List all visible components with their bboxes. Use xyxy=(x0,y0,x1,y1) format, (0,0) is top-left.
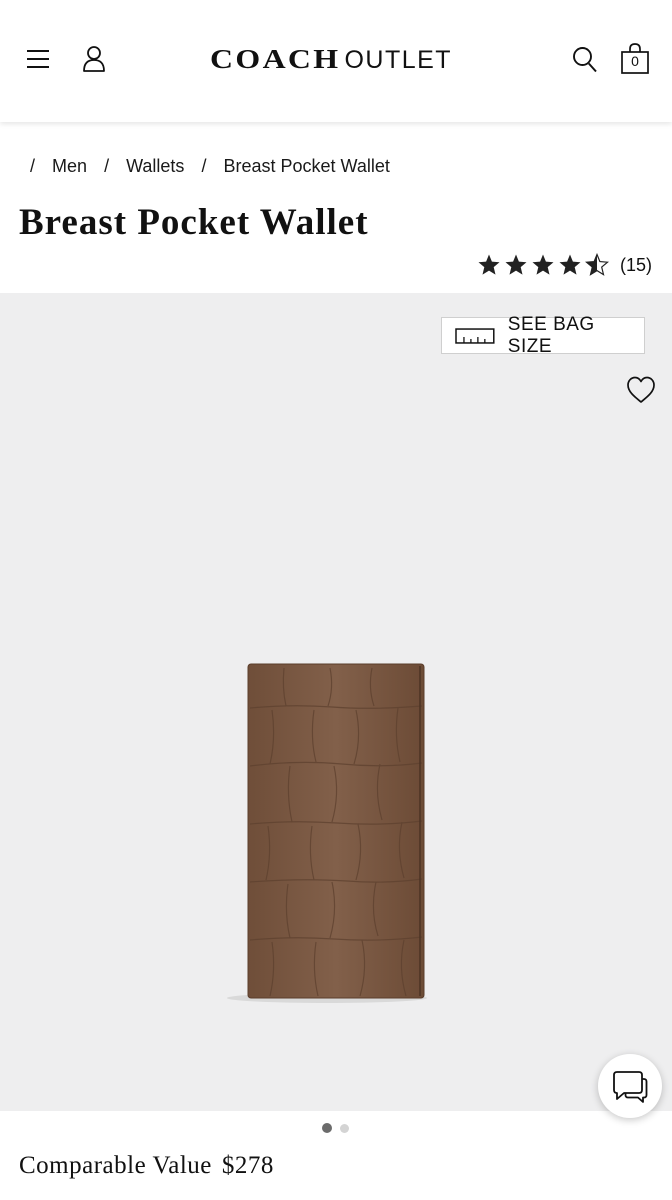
heart-icon[interactable] xyxy=(625,375,657,405)
site-header: COACH OUTLET 0 xyxy=(0,0,672,122)
product-image-wallet xyxy=(227,663,427,1003)
comparable-price: $278 xyxy=(221,1152,274,1179)
see-bag-size-label: SEE BAG SIZE xyxy=(507,313,595,357)
review-count[interactable]: (15) xyxy=(620,255,652,276)
breadcrumb-separator: / xyxy=(201,156,207,176)
chat-button[interactable] xyxy=(598,1054,662,1118)
comparable-value: Comparable Value $278 xyxy=(19,1150,274,1182)
logo-outlet: OUTLET xyxy=(344,46,453,74)
breadcrumb-item-current: Breast Pocket Wallet xyxy=(223,156,390,176)
breadcrumb: / Men / Wallets / Breast Pocket Wallet xyxy=(30,154,402,178)
breadcrumb-separator: / xyxy=(104,156,110,176)
star-full-icon xyxy=(478,254,500,275)
star-half-icon xyxy=(585,253,609,276)
breadcrumb-item-wallets[interactable]: Wallets xyxy=(126,154,184,178)
chat-icon xyxy=(613,1071,648,1103)
pagination-dot[interactable] xyxy=(340,1123,349,1133)
rating-stars[interactable]: (15) xyxy=(477,252,652,278)
image-pagination xyxy=(322,1123,357,1133)
star-full-icon xyxy=(532,254,554,275)
search-icon[interactable] xyxy=(572,46,598,74)
breadcrumb-separator: / xyxy=(30,156,36,176)
ruler-icon xyxy=(455,327,495,344)
star-full-icon xyxy=(505,254,527,275)
logo-brand: COACH xyxy=(209,44,341,74)
comparable-value-label: Comparable Value xyxy=(19,1152,212,1179)
product-title: Breast Pocket Wallet xyxy=(19,202,369,243)
breadcrumb-item-men[interactable]: Men xyxy=(52,154,87,178)
pagination-dot-active[interactable] xyxy=(322,1123,332,1133)
bag-count: 0 xyxy=(631,53,639,69)
star-full-icon xyxy=(559,254,581,275)
see-bag-size-button[interactable]: SEE BAG SIZE xyxy=(441,314,645,357)
